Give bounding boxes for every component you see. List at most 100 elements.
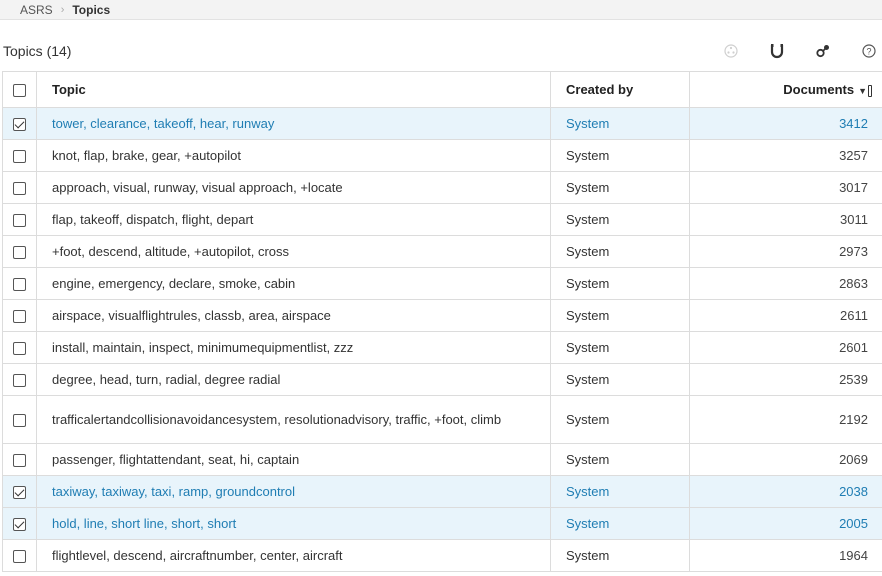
breadcrumb: ASRS › Topics: [0, 0, 882, 20]
row-checkbox-cell: [2, 507, 37, 540]
table-row[interactable]: install, maintain, inspect, minimumequip…: [2, 331, 882, 364]
row-checkbox[interactable]: [13, 214, 26, 228]
column-menu-icon[interactable]: [868, 84, 872, 97]
topic-cell[interactable]: +foot, descend, altitude, +autopilot, cr…: [36, 235, 551, 268]
row-checkbox[interactable]: [13, 182, 26, 196]
table-row[interactable]: flightlevel, descend, aircraftnumber, ce…: [2, 539, 882, 572]
row-checkbox[interactable]: [13, 374, 26, 388]
table-row[interactable]: taxiway, taxiway, taxi, ramp, groundcont…: [2, 475, 882, 508]
magnet-icon[interactable]: [764, 38, 790, 64]
table-row[interactable]: degree, head, turn, radial, degree radia…: [2, 363, 882, 396]
documents-count-cell: 3017: [689, 171, 882, 204]
topic-cell[interactable]: airspace, visualflightrules, classb, are…: [36, 299, 551, 332]
column-header-created-by[interactable]: Created by: [550, 71, 690, 108]
created-by-cell: System: [550, 203, 690, 236]
row-checkbox-cell: [2, 443, 37, 476]
created-by-cell: System: [550, 475, 690, 508]
row-checkbox[interactable]: [13, 246, 26, 260]
topic-cell[interactable]: trafficalertandcollisionavoidancesystem,…: [36, 395, 551, 444]
documents-count-cell: 2005: [689, 507, 882, 540]
page-title: Topics (14): [3, 43, 72, 59]
documents-count-cell: 2069: [689, 443, 882, 476]
row-checkbox-cell: [2, 235, 37, 268]
row-checkbox-cell: [2, 331, 37, 364]
documents-count-cell: 2038: [689, 475, 882, 508]
topic-cell[interactable]: approach, visual, runway, visual approac…: [36, 171, 551, 204]
created-by-cell: System: [550, 395, 690, 444]
breadcrumb-root-link[interactable]: ASRS: [20, 3, 53, 17]
row-checkbox-cell: [2, 475, 37, 508]
topic-cell[interactable]: knot, flap, brake, gear, +autopilot: [36, 139, 551, 172]
help-icon[interactable]: ?: [856, 38, 882, 64]
table-row[interactable]: knot, flap, brake, gear, +autopilot Syste…: [2, 139, 882, 172]
documents-count-cell: 2611: [689, 299, 882, 332]
topic-cell[interactable]: degree, head, turn, radial, degree radia…: [36, 363, 551, 396]
row-checkbox-cell: [2, 107, 37, 140]
table-row[interactable]: trafficalertandcollisionavoidancesystem,…: [2, 395, 882, 444]
select-all-checkbox[interactable]: [13, 84, 26, 98]
created-by-cell: System: [550, 363, 690, 396]
row-checkbox[interactable]: [13, 414, 26, 428]
toolbar: ?: [698, 38, 882, 64]
row-checkbox-cell: [2, 539, 37, 572]
topic-cell[interactable]: flap, takeoff, dispatch, flight, depart: [36, 203, 551, 236]
created-by-cell: System: [550, 235, 690, 268]
row-checkbox-cell: [2, 363, 37, 396]
topic-cell[interactable]: engine, emergency, declare, smoke, cabin: [36, 267, 551, 300]
created-by-cell: System: [550, 443, 690, 476]
created-by-cell: System: [550, 139, 690, 172]
topic-cell[interactable]: install, maintain, inspect, minimumequip…: [36, 331, 551, 364]
created-by-cell: System: [550, 267, 690, 300]
sort-descending-icon: ▼: [858, 85, 867, 96]
select-all-cell: [2, 71, 37, 108]
dots-icon[interactable]: [718, 38, 744, 64]
column-header-documents[interactable]: Documents ▼: [689, 71, 882, 108]
table-row[interactable]: tower, clearance, takeoff, hear, runway S…: [2, 107, 882, 140]
merge-icon[interactable]: [810, 38, 836, 64]
row-checkbox-cell: [2, 203, 37, 236]
table-row[interactable]: flap, takeoff, dispatch, flight, depart S…: [2, 203, 882, 236]
documents-count-cell: 3011: [689, 203, 882, 236]
documents-count-cell: 3412: [689, 107, 882, 140]
created-by-cell: System: [550, 331, 690, 364]
created-by-cell: System: [550, 171, 690, 204]
row-checkbox-cell: [2, 171, 37, 204]
topic-cell[interactable]: flightlevel, descend, aircraftnumber, ce…: [36, 539, 551, 572]
created-by-cell: System: [550, 299, 690, 332]
row-checkbox[interactable]: [13, 278, 26, 292]
row-checkbox[interactable]: [13, 310, 26, 324]
topic-cell[interactable]: passenger, flightattendant, seat, hi, ca…: [36, 443, 551, 476]
row-checkbox[interactable]: [13, 550, 26, 564]
documents-count-cell: 2863: [689, 267, 882, 300]
row-checkbox[interactable]: [13, 342, 26, 356]
row-checkbox[interactable]: [13, 486, 26, 500]
table-row[interactable]: approach, visual, runway, visual approac…: [2, 171, 882, 204]
topic-cell[interactable]: hold, line, short line, short, short: [36, 507, 551, 540]
documents-count-cell: 2601: [689, 331, 882, 364]
documents-count-cell: 2192: [689, 395, 882, 444]
created-by-cell: System: [550, 507, 690, 540]
row-checkbox[interactable]: [13, 518, 26, 532]
table-row[interactable]: engine, emergency, declare, smoke, cabin…: [2, 267, 882, 300]
row-checkbox-cell: [2, 395, 37, 444]
column-header-documents-label: Documents: [783, 82, 855, 97]
breadcrumb-current: Topics: [72, 2, 111, 17]
table-row[interactable]: passenger, flightattendant, seat, hi, ca…: [2, 443, 882, 476]
topic-cell[interactable]: tower, clearance, takeoff, hear, runway: [36, 107, 551, 140]
documents-count-cell: 2539: [689, 363, 882, 396]
table-row[interactable]: +foot, descend, altitude, +autopilot, cr…: [2, 235, 882, 268]
table-row[interactable]: airspace, visualflightrules, classb, are…: [2, 299, 882, 332]
documents-count-cell: 1964: [689, 539, 882, 572]
column-header-topic[interactable]: Topic: [36, 71, 551, 108]
row-checkbox[interactable]: [13, 118, 26, 132]
topic-cell[interactable]: taxiway, taxiway, taxi, ramp, groundcont…: [36, 475, 551, 508]
created-by-cell: System: [550, 107, 690, 140]
table-row[interactable]: hold, line, short line, short, short Syst…: [2, 507, 882, 540]
documents-count-cell: 3257: [689, 139, 882, 172]
topics-table: Topic Created by Documents ▼ tower, clear…: [2, 71, 882, 572]
svg-text:?: ?: [866, 46, 871, 56]
row-checkbox-cell: [2, 139, 37, 172]
row-checkbox[interactable]: [13, 150, 26, 164]
documents-count-cell: 2973: [689, 235, 882, 268]
row-checkbox[interactable]: [13, 454, 26, 468]
